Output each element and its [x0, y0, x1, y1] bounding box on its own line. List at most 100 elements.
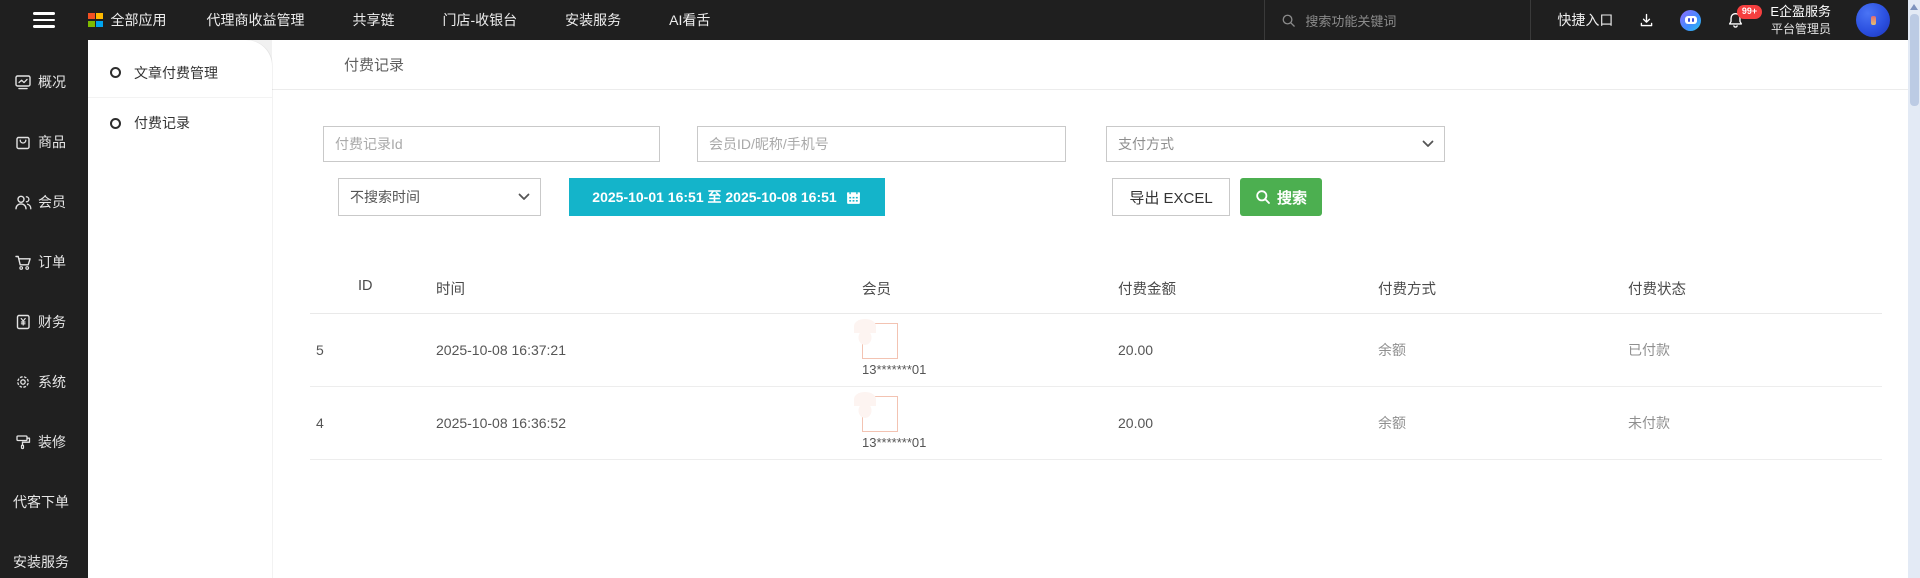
- submenu-item-article-pay[interactable]: 文章付费管理: [88, 48, 272, 98]
- sidebar-item-label: 装修: [38, 432, 66, 452]
- column-header-status: 付费状态: [1622, 278, 1882, 299]
- column-header-member: 会员: [856, 278, 1112, 299]
- search-button[interactable]: 搜索: [1240, 178, 1322, 216]
- nav-item-share-chain[interactable]: 共享链: [353, 10, 395, 30]
- org-name: E企盈服务: [1770, 3, 1831, 21]
- sidebar-item-goods[interactable]: 商品: [0, 112, 88, 172]
- chevron-down-icon: [1422, 140, 1434, 148]
- ai-assistant-button[interactable]: [1680, 10, 1701, 31]
- circle-icon: [110, 118, 121, 129]
- column-header-amount: 付费金额: [1112, 278, 1372, 299]
- cell-member: 13*******01: [856, 323, 1112, 377]
- search-button-label: 搜索: [1277, 187, 1307, 208]
- sidebar-item-install-service[interactable]: 安装服务: [0, 532, 88, 578]
- page-scrollbar[interactable]: [1908, 0, 1920, 578]
- user-info[interactable]: E企盈服务 平台管理员: [1770, 3, 1831, 37]
- table-row: 4 2025-10-08 16:36:52 13*******01 20.00 …: [310, 387, 1882, 460]
- cell-time: 2025-10-08 16:37:21: [430, 342, 856, 358]
- page-title: 付费记录: [344, 54, 404, 75]
- sidebar-item-proxy-order[interactable]: 代客下单: [0, 472, 88, 532]
- cell-status: 已付款: [1622, 340, 1882, 360]
- paint-roller-icon: [13, 432, 33, 452]
- sidebar-item-label: 财务: [38, 312, 66, 332]
- topbar-right: 快捷入口 99+ E企盈服务 平台管理员: [1531, 3, 1920, 37]
- column-header-method: 付费方式: [1372, 278, 1622, 299]
- filter-row-2: 不搜索时间 2025-10-01 16:51 至 2025-10-08 16:5…: [323, 178, 1908, 216]
- sidebar-item-orders[interactable]: 订单: [0, 232, 88, 292]
- nav-item-store-cashier[interactable]: 门店-收银台: [443, 10, 518, 30]
- member-avatar[interactable]: [862, 323, 898, 359]
- cell-method: 余额: [1372, 413, 1622, 433]
- download-button[interactable]: [1638, 12, 1655, 29]
- notification-badge: 99+: [1737, 5, 1761, 19]
- column-header-id: ID: [310, 278, 430, 299]
- member-search-input[interactable]: [697, 126, 1066, 162]
- sidebar-item-label: 会员: [38, 192, 66, 212]
- submenu-item-pay-records[interactable]: 付费记录: [88, 98, 272, 148]
- global-search-box[interactable]: 搜索功能关键词: [1264, 0, 1531, 40]
- member-avatar[interactable]: [862, 396, 898, 432]
- orders-icon: [13, 252, 33, 272]
- cell-amount: 20.00: [1112, 342, 1372, 358]
- sidebar: 概况 商品 会员 订单: [0, 40, 88, 578]
- finance-icon: [13, 312, 33, 332]
- chevron-down-icon: [518, 193, 530, 201]
- nav-item-ai-tongue[interactable]: AI看舌: [669, 10, 710, 30]
- all-apps-button[interactable]: 全部应用: [88, 10, 167, 30]
- member-phone: 13*******01: [862, 435, 926, 450]
- date-range-label: 2025-10-01 16:51 至 2025-10-08 16:51: [592, 187, 836, 207]
- app-root: 全部应用 代理商收益管理 共享链 门店-收银台 安装服务 AI看舌 搜索功能关键…: [0, 0, 1920, 578]
- sidebar-item-members[interactable]: 会员: [0, 172, 88, 232]
- hamburger-menu-button[interactable]: [0, 12, 88, 28]
- submenu-item-label: 文章付费管理: [134, 63, 218, 83]
- nav-item-agent-revenue[interactable]: 代理商收益管理: [207, 10, 305, 30]
- filter-row-1: 支付方式: [323, 126, 1908, 162]
- table-row: 5 2025-10-08 16:37:21 13*******01 20.00 …: [310, 314, 1882, 387]
- sidebar-item-label: 订单: [38, 252, 66, 272]
- cell-id: 5: [310, 342, 430, 358]
- export-excel-button[interactable]: 导出 EXCEL: [1112, 178, 1230, 216]
- pay-records-table: ID 时间 会员 付费金额 付费方式 付费状态 5 2025-10-08 16:…: [310, 272, 1882, 460]
- pay-method-select-value: 支付方式: [1118, 134, 1174, 154]
- quick-entry-link[interactable]: 快捷入口: [1557, 10, 1613, 30]
- hamburger-icon: [33, 12, 55, 28]
- calendar-icon: [845, 189, 862, 206]
- search-icon: [1281, 13, 1296, 28]
- time-mode-select-value: 不搜索时间: [350, 187, 420, 207]
- notifications-button[interactable]: 99+: [1726, 11, 1745, 30]
- cell-status: 未付款: [1622, 413, 1882, 433]
- sidebar-item-label: 概况: [38, 72, 66, 92]
- date-range-button[interactable]: 2025-10-01 16:51 至 2025-10-08 16:51: [569, 178, 885, 216]
- filter-section: 支付方式 不搜索时间 2025-10-01 16:51 至 2025-10-08…: [272, 90, 1908, 216]
- download-icon: [1638, 12, 1655, 29]
- member-phone: 13*******01: [862, 362, 926, 377]
- pay-method-select[interactable]: 支付方式: [1106, 126, 1445, 162]
- main-content: 付费记录 支付方式 不搜索时间: [272, 40, 1908, 578]
- sidebar-item-decorate[interactable]: 装修: [0, 412, 88, 472]
- time-mode-select[interactable]: 不搜索时间: [338, 178, 541, 216]
- nav-item-install-service[interactable]: 安装服务: [565, 10, 621, 30]
- pay-record-id-input[interactable]: [323, 126, 660, 162]
- goods-icon: [13, 132, 33, 152]
- cell-amount: 20.00: [1112, 415, 1372, 431]
- sidebar-item-system[interactable]: 系统: [0, 352, 88, 412]
- circle-icon: [110, 67, 121, 78]
- all-apps-label: 全部应用: [111, 10, 167, 30]
- topbar-nav: 代理商收益管理 共享链 门店-收银台 安装服务 AI看舌: [207, 10, 711, 30]
- sidebar-item-label: 代客下单: [13, 492, 69, 512]
- column-header-time: 时间: [430, 278, 856, 299]
- members-icon: [13, 192, 33, 212]
- apps-grid-icon: [88, 13, 103, 28]
- sidebar-item-overview[interactable]: 概况: [0, 52, 88, 112]
- search-icon: [1255, 189, 1271, 205]
- scrollbar-up-arrow[interactable]: [1910, 4, 1918, 10]
- breadcrumb: 付费记录: [272, 40, 1908, 90]
- sidebar-item-finance[interactable]: 财务: [0, 292, 88, 352]
- sidebar-item-label: 系统: [38, 372, 66, 392]
- robot-icon: [1680, 10, 1701, 31]
- submenu-item-label: 付费记录: [134, 113, 190, 133]
- overview-icon: [13, 72, 33, 92]
- sidebar-item-label: 安装服务: [13, 552, 69, 572]
- avatar[interactable]: [1856, 3, 1890, 37]
- scrollbar-thumb[interactable]: [1910, 14, 1919, 106]
